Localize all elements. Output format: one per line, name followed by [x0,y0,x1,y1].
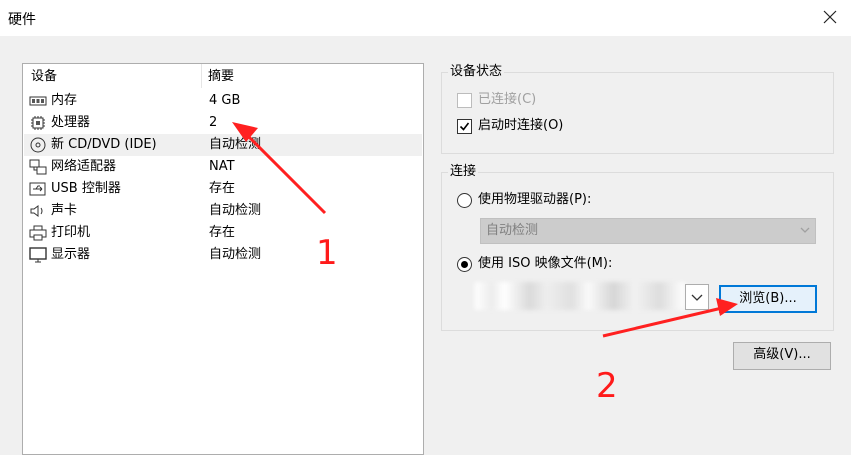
annotation-label-2: 2 [596,366,618,406]
annotation-arrow-1 [232,122,327,215]
annotation-overlay: 1 2 [232,122,738,406]
annotation-arrow-2 [602,298,738,338]
annotation-label-1: 1 [316,233,338,273]
